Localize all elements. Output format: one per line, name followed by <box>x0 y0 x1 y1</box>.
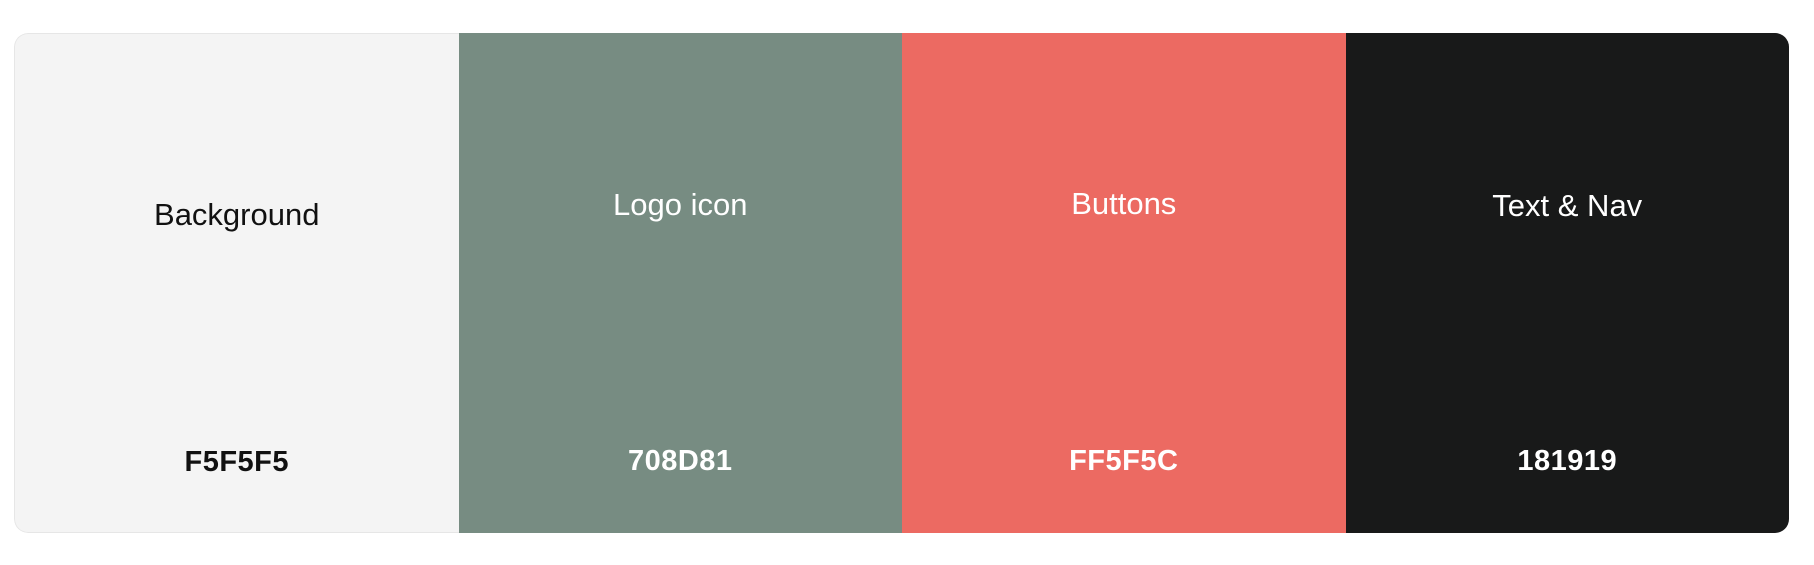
swatch-hex-code: F5F5F5 <box>184 446 290 478</box>
swatch-label: Logo icon <box>613 187 748 222</box>
color-palette: Background F5F5F5 Logo icon 708D81 Butto… <box>14 33 1789 533</box>
swatch-hex-code: FF5F5C <box>1069 445 1179 477</box>
swatch-text-nav: Text & Nav 181919 <box>1345 33 1789 533</box>
swatch-hex-code: 181919 <box>1517 445 1618 477</box>
swatch-background: Background F5F5F5 <box>14 33 459 533</box>
swatch-logo-icon: Logo icon 708D81 <box>458 33 902 533</box>
swatch-label: Buttons <box>1071 186 1177 221</box>
swatch-label: Text & Nav <box>1492 188 1643 223</box>
swatch-buttons: Buttons FF5F5C <box>902 33 1346 533</box>
swatch-label: Background <box>154 197 320 232</box>
swatch-hex-code: 708D81 <box>627 445 733 477</box>
